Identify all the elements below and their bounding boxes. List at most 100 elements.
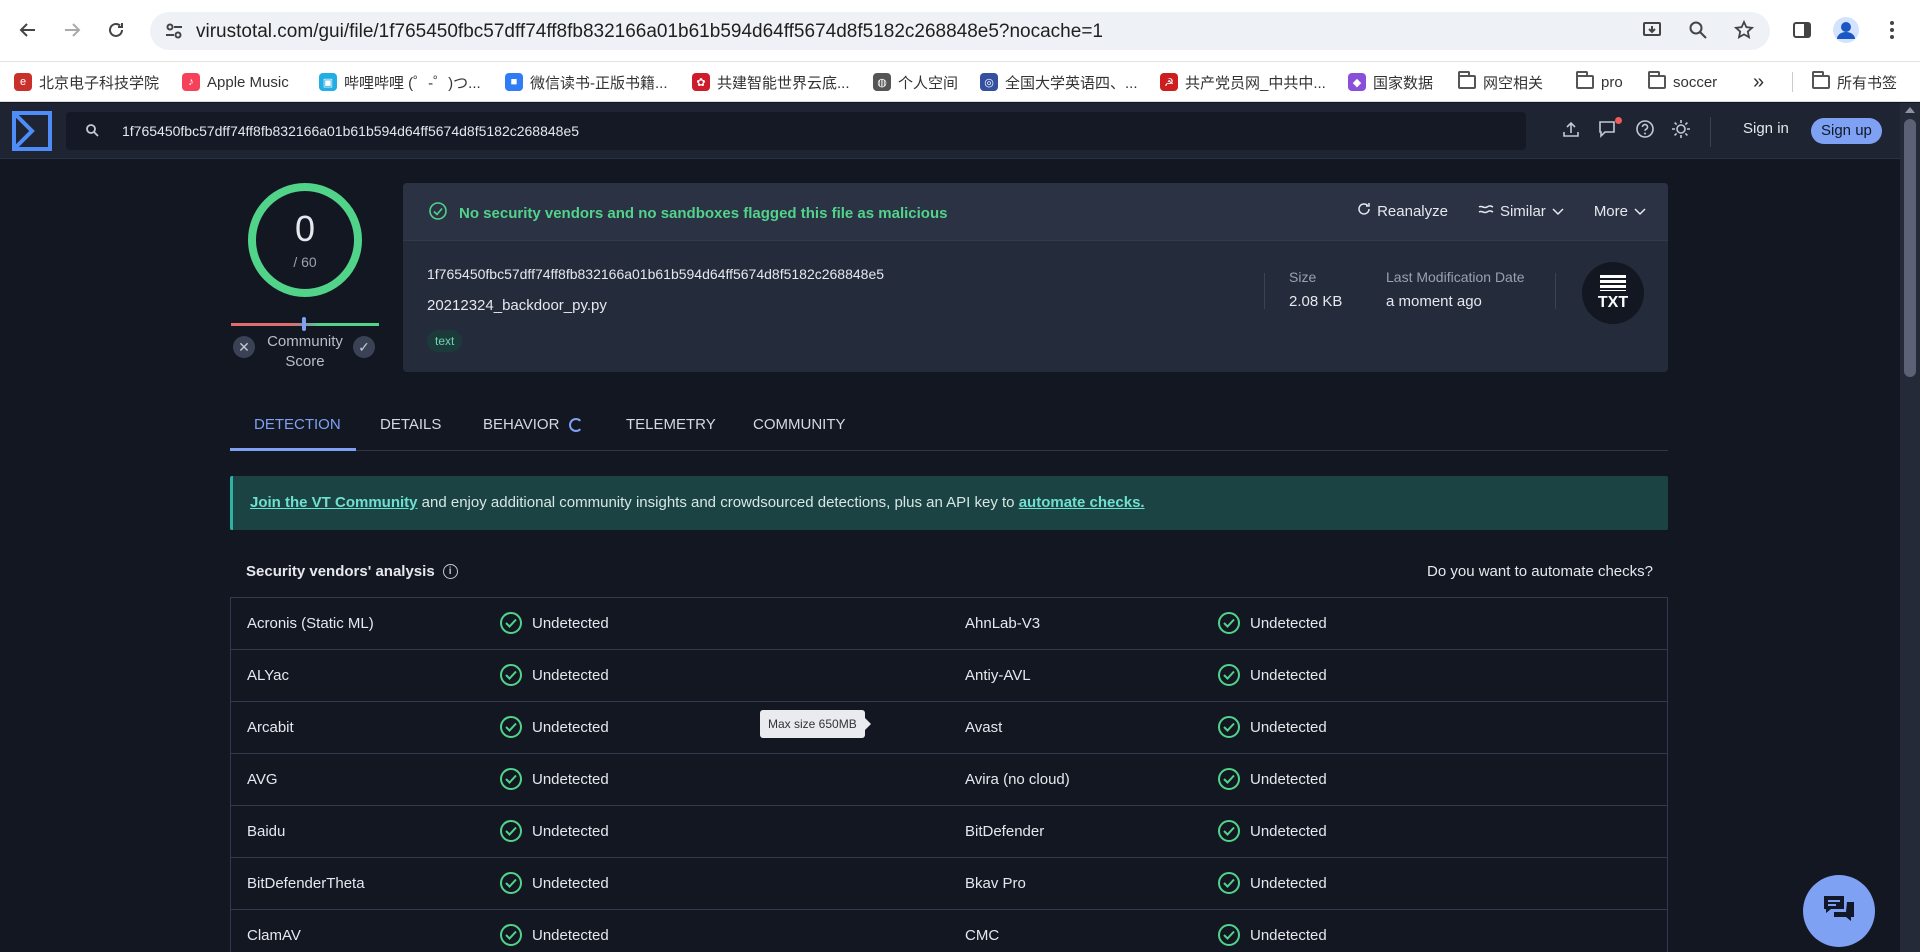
chat-button[interactable]	[1803, 875, 1875, 947]
vendor-row: Baidu Undetected BitDefender Undetected	[231, 806, 1667, 858]
similar-dropdown[interactable]: Similar	[1478, 202, 1564, 220]
profile-avatar-icon[interactable]	[1830, 14, 1862, 46]
install-app-icon[interactable]	[1642, 20, 1662, 45]
help-icon[interactable]	[1636, 120, 1654, 143]
bookmark-folder[interactable]: 网空相关	[1458, 70, 1543, 94]
tab-community[interactable]: COMMUNITY	[753, 416, 846, 433]
detection-count: 0	[294, 208, 316, 249]
file-tag[interactable]: text	[427, 330, 463, 352]
check-circle-icon	[500, 768, 522, 790]
scrollbar-thumb[interactable]	[1904, 119, 1916, 377]
bookmark-star-icon[interactable]	[1733, 19, 1755, 45]
last-modification-value: a moment ago	[1386, 293, 1482, 310]
upload-icon[interactable]	[1562, 120, 1580, 143]
vendor-result: Undetected	[1218, 768, 1327, 790]
tab-detection[interactable]: DETECTION	[254, 416, 341, 433]
search-input[interactable]: 1f765450fbc57dff74ff8fb832166a01b61b594d…	[66, 112, 1526, 150]
chat-icon	[1821, 893, 1857, 930]
vendor-name: ClamAV	[247, 927, 301, 944]
bookmark-item[interactable]: ◎ 全国大学英语四、...	[980, 70, 1138, 94]
bookmark-item[interactable]: e 北京电子科技学院	[14, 70, 159, 94]
sign-up-button[interactable]: Sign up	[1811, 118, 1882, 144]
bookmarks-divider	[1792, 72, 1793, 92]
vendors-analysis-heading: Security vendors' analysis i	[246, 563, 458, 580]
notification-dot	[1615, 117, 1622, 124]
vendor-name: Acronis (Static ML)	[247, 615, 374, 632]
virustotal-logo[interactable]	[10, 109, 54, 153]
check-circle-icon	[500, 872, 522, 894]
reload-icon[interactable]	[100, 14, 132, 46]
bookmark-folder[interactable]: soccer	[1648, 70, 1717, 94]
apple-music-icon: ♪	[182, 73, 200, 91]
join-community-link[interactable]: Join the VT Community	[250, 494, 418, 511]
vendor-name: BitDefender	[965, 823, 1045, 840]
file-hash[interactable]: 1f765450fbc57dff74ff8fb832166a01b61b594d…	[427, 266, 884, 282]
bookmark-item[interactable]: ◆ 国家数据	[1348, 70, 1433, 94]
community-score-label: Community Score	[267, 333, 343, 370]
bilibili-icon: ▣	[319, 73, 337, 91]
tab-behavior[interactable]: BEHAVIOR	[483, 416, 584, 433]
vote-malicious-button[interactable]: ✕	[233, 336, 255, 358]
huawei-icon: ✿	[692, 73, 710, 91]
banner-text: and enjoy additional community insights …	[417, 494, 1019, 511]
last-modification-label: Last Modification Date	[1386, 269, 1525, 285]
page-scrollbar[interactable]	[1900, 103, 1920, 952]
tab-details[interactable]: DETAILS	[380, 416, 441, 433]
browser-toolbar: virustotal.com/gui/file/1f765450fbc57dff…	[0, 0, 1920, 62]
reanalyze-button[interactable]: Reanalyze	[1357, 202, 1448, 220]
search-query[interactable]: 1f765450fbc57dff74ff8fb832166a01b61b594d…	[122, 123, 579, 139]
vendor-name: Baidu	[247, 823, 286, 840]
more-dropdown[interactable]: More	[1594, 202, 1646, 220]
bookmark-favicon-icon: e	[14, 73, 32, 91]
automate-checks-link[interactable]: automate checks.	[1019, 494, 1145, 511]
sign-in-link[interactable]: Sign in	[1743, 120, 1789, 137]
vendor-result: Undetected	[1218, 820, 1327, 842]
bookmark-item[interactable]: ■ 微信读书-正版书籍...	[505, 70, 668, 94]
automate-checks-question[interactable]: Do you want to automate checks?	[1427, 563, 1653, 580]
vendor-name: Antiy-AVL	[965, 667, 1031, 684]
bookmark-item[interactable]: ◍ 个人空间	[873, 70, 958, 94]
vendor-result: Undetected	[500, 820, 609, 842]
loading-spinner-icon	[569, 417, 584, 432]
vendor-row: ALYac Undetected Antiy-AVL Undetected	[231, 650, 1667, 702]
forward-icon[interactable]	[56, 14, 88, 46]
url-text[interactable]: virustotal.com/gui/file/1f765450fbc57dff…	[196, 21, 1103, 43]
vote-harmless-button[interactable]: ✓	[353, 336, 375, 358]
community-score-marker	[302, 317, 306, 331]
vendor-name: Avira (no cloud)	[965, 771, 1070, 788]
notifications-icon[interactable]	[1598, 117, 1622, 143]
vendor-result: Undetected	[1218, 716, 1327, 738]
chevron-down-icon	[1552, 203, 1564, 220]
check-circle-icon	[500, 820, 522, 842]
vendor-result: Undetected	[500, 768, 609, 790]
more-bookmarks-icon[interactable]: »	[1753, 70, 1764, 94]
side-panel-icon[interactable]	[1786, 14, 1818, 46]
bookmark-item[interactable]: ☭ 共产党员网_中共中...	[1160, 70, 1326, 94]
back-icon[interactable]	[12, 14, 44, 46]
all-bookmarks-folder[interactable]: 所有书签	[1812, 70, 1897, 94]
vendor-row: Arcabit Undetected Avast Undetected	[231, 702, 1667, 754]
check-circle-icon	[500, 716, 522, 738]
folder-icon	[1648, 71, 1666, 89]
check-circle-icon	[500, 924, 522, 946]
bookmark-item[interactable]: ▣ 哔哩哔哩 (゜-゜)つ...	[319, 70, 481, 94]
zoom-icon[interactable]	[1688, 20, 1708, 45]
size-value: 2.08 KB	[1289, 293, 1343, 310]
stats-icon: ◆	[1348, 73, 1366, 91]
bookmark-item[interactable]: ♪ Apple Music	[182, 70, 289, 94]
text-lines-icon	[1600, 274, 1626, 291]
bookmark-item[interactable]: ✿ 共建智能世界云底...	[692, 70, 850, 94]
scroll-up-icon[interactable]	[1905, 107, 1915, 113]
address-bar[interactable]: virustotal.com/gui/file/1f765450fbc57dff…	[150, 12, 1770, 50]
verdict-bar: No security vendors and no sandboxes fla…	[403, 183, 1668, 241]
tab-telemetry[interactable]: TELEMETRY	[626, 416, 716, 433]
vendor-result: Undetected	[1218, 872, 1327, 894]
bookmark-folder[interactable]: pro	[1576, 70, 1623, 94]
vendor-result: Undetected	[500, 924, 609, 946]
vendor-result: Undetected	[500, 716, 609, 738]
info-icon[interactable]: i	[442, 564, 458, 579]
theme-toggle-icon[interactable]	[1672, 120, 1690, 143]
check-circle-icon	[1218, 768, 1240, 790]
browser-menu-icon[interactable]	[1876, 14, 1908, 46]
site-info-icon[interactable]	[164, 21, 184, 46]
